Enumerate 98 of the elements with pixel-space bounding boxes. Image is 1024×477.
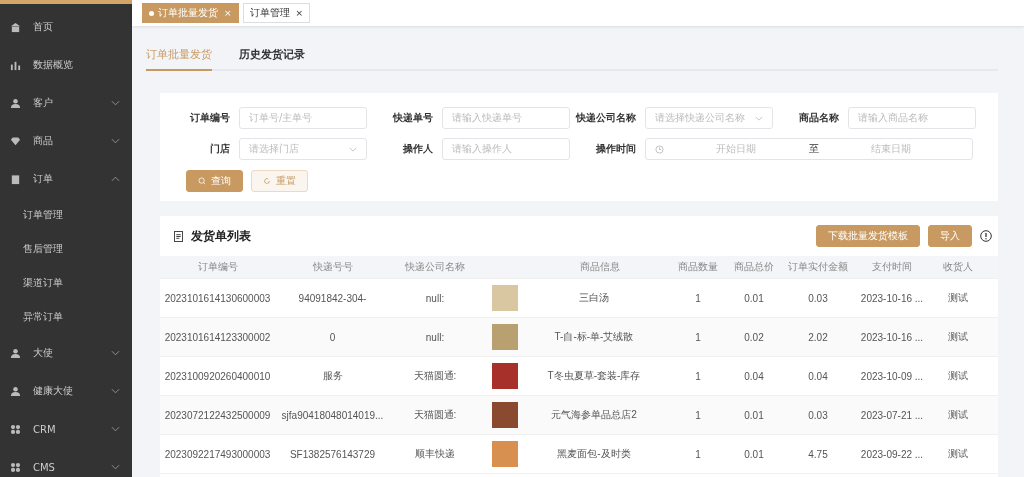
table-cell-text: 0 <box>328 331 337 343</box>
sidebar-item[interactable]: 首页 <box>0 8 132 46</box>
table-cell-text: 94091842-304- <box>297 292 368 304</box>
sub-tab[interactable]: 历史发货记录 <box>239 43 305 71</box>
column-header: 订单实付金额 <box>787 260 849 274</box>
clipboard-icon <box>10 173 21 185</box>
table-cell-text: 0.03 <box>807 292 829 304</box>
field-label: 快递公司名称 <box>574 111 636 125</box>
table-cell-text: 1 <box>694 370 702 382</box>
page-tab[interactable]: 订单管理 × <box>242 3 311 23</box>
list-title: 发货单列表 <box>191 227 251 245</box>
table-cell-text: 三白汤 <box>578 291 610 305</box>
photo-placeholder <box>492 441 518 467</box>
table-cell-text: 0.01 <box>743 292 765 304</box>
table-cell-text: 黑麦面包-及时类 <box>556 447 632 461</box>
table-cell-text: 0.04 <box>743 370 765 382</box>
bars-icon <box>10 59 21 71</box>
sidebar-item[interactable]: 数据概览 <box>0 46 132 84</box>
home-icon <box>10 21 21 33</box>
table-cell-text: null: <box>424 292 446 304</box>
table-cell-text: 1 <box>694 331 702 343</box>
sidebar-subitem[interactable]: 订单管理 <box>0 198 132 232</box>
table-cell-text: 1 <box>694 409 702 421</box>
sidebar-subitem[interactable]: 异常订单 <box>0 300 132 334</box>
table-cell-text: 2023-10-16 ... <box>859 292 925 304</box>
diamond-icon <box>10 135 21 147</box>
column-header: 快递号号 <box>311 260 354 274</box>
table-cell-text: 测试 <box>947 447 969 461</box>
sidebar-item[interactable]: 大使 <box>0 334 132 372</box>
chevron-down-icon <box>755 115 763 121</box>
sidebar-item[interactable]: CMS <box>0 448 132 477</box>
table-cell-text: null: <box>424 331 446 343</box>
table-cell-text: 0.01 <box>743 409 765 421</box>
table-cell-text: 0.02 <box>743 331 765 343</box>
column-header: 快递公司名称 <box>404 260 466 274</box>
grid-icon <box>10 461 21 473</box>
sidebar-subitem[interactable]: 售后管理 <box>0 232 132 266</box>
table-cell-text: 2023-10-16 ... <box>859 331 925 343</box>
table-cell-text: SF1382576143729 <box>288 448 377 460</box>
photo-placeholder <box>492 285 518 311</box>
table-cell-text: 元气海参单品总店2 <box>550 408 638 422</box>
table-cell-text: 2023101614123300002 <box>163 331 272 343</box>
table-cell-text: 0.04 <box>807 370 829 382</box>
table-cell-text: 顺丰快递 <box>414 447 456 461</box>
person-icon <box>10 347 21 359</box>
sidebar-item[interactable]: 健康大使 <box>0 372 132 410</box>
table-cell-text: 测试 <box>947 291 969 305</box>
column-header: 订单编号 <box>196 260 239 274</box>
field-label: 操作人 <box>402 142 433 156</box>
table-cell-text: 天猫圆通: <box>412 408 458 422</box>
document-icon <box>174 230 183 242</box>
table-cell-text: 服务 <box>321 369 344 383</box>
photo-placeholder <box>492 363 518 389</box>
column-header: 商品数量 <box>677 260 719 274</box>
refresh-icon <box>263 177 271 185</box>
table-cell-text: 1 <box>694 292 702 304</box>
chevron-down-icon <box>349 146 357 152</box>
sidebar-subitem[interactable]: 渠道订单 <box>0 266 132 300</box>
table-cell-text: 0.03 <box>807 409 829 421</box>
column-header: 支付时间 <box>871 260 913 274</box>
photo-placeholder <box>492 402 518 428</box>
clock-icon <box>655 144 664 154</box>
person-icon <box>10 385 21 397</box>
sidebar-item[interactable]: 订单 <box>0 160 132 198</box>
table-cell-text: sjfa90418048014019... <box>280 409 385 421</box>
table-cell-text: T-自-标-单-艾绒散 <box>553 330 635 344</box>
field-label: 快递单号 <box>391 111 433 125</box>
table-cell-text: 2023101614130600003 <box>163 292 272 304</box>
table-cell-text: 天猫圆通: <box>412 369 458 383</box>
photo-placeholder <box>492 324 518 350</box>
table-cell-text: 2023-07-21 ... <box>859 409 925 421</box>
sidebar-item[interactable]: CRM <box>0 410 132 448</box>
sidebar-item[interactable]: 客户 <box>0 84 132 122</box>
sidebar-item[interactable]: 商品 <box>0 122 132 160</box>
table-cell-text: 测试 <box>947 408 969 422</box>
table-cell-text: 2.02 <box>807 331 829 343</box>
table-cell-text: 2023072122432500009 <box>163 409 272 421</box>
table-cell-text: 测试 <box>947 330 969 344</box>
field-label: 商品名称 <box>798 111 839 125</box>
table-cell-text: T冬虫夏草-套装-库存 <box>546 369 642 383</box>
table-cell-text: 测试 <box>947 369 969 383</box>
table-cell-text: 2023-09-22 ... <box>859 448 925 460</box>
table-cell-text: 2023092217493000003 <box>163 448 272 460</box>
table-cell-text: 1 <box>694 448 702 460</box>
info-icon[interactable] <box>980 230 992 242</box>
table-cell-text: 0.01 <box>743 448 765 460</box>
table-cell-text: 2023-10-09 ... <box>859 370 925 382</box>
column-header: 商品信息 <box>579 260 621 274</box>
search-icon <box>198 177 206 185</box>
table-cell-text: 4.75 <box>807 448 829 460</box>
field-label: 门店 <box>209 142 230 156</box>
column-header: 收货人 <box>942 260 974 274</box>
column-header: 商品总价 <box>733 260 775 274</box>
field-label: 订单编号 <box>189 111 230 125</box>
grid-icon <box>10 423 21 435</box>
field-label: 操作时间 <box>595 142 636 156</box>
table-cell-text: 2023100920260400010 <box>163 370 272 382</box>
person-icon <box>10 97 21 109</box>
